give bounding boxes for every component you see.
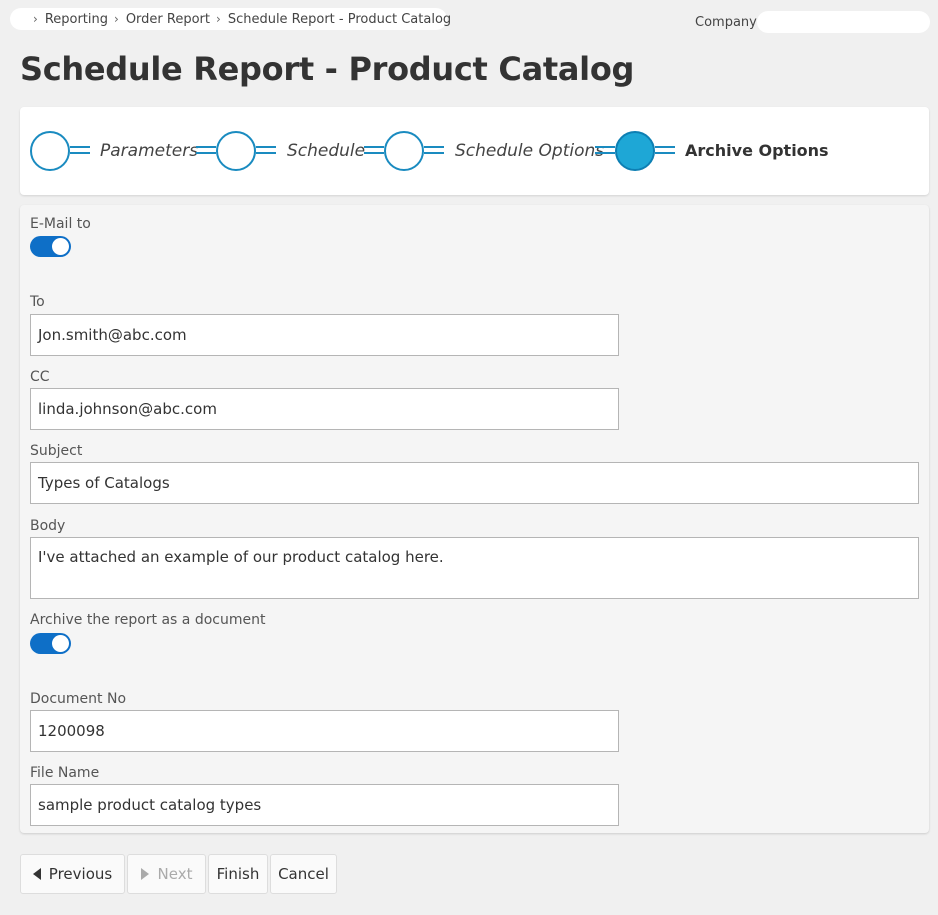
step-parameters-circle[interactable] xyxy=(30,131,70,171)
file-name-label: File Name xyxy=(30,765,100,781)
step-schedule-label[interactable]: Schedule xyxy=(287,141,365,161)
body-field[interactable]: I've attached an example of our product … xyxy=(30,537,919,599)
step-schedule-circle[interactable] xyxy=(216,131,256,171)
previous-button[interactable]: Previous xyxy=(20,854,125,894)
finish-button[interactable]: Finish xyxy=(208,854,268,894)
step-archive-options-label[interactable]: Archive Options xyxy=(685,141,829,160)
step-connector xyxy=(655,146,675,154)
chevron-right-icon: › xyxy=(114,12,119,26)
chevron-right-icon: › xyxy=(216,12,221,26)
archive-options-form: E-Mail to To Jon.smith@abc.com CC linda.… xyxy=(20,205,929,833)
archive-toggle[interactable] xyxy=(30,633,71,654)
step-connector xyxy=(70,146,90,154)
email-to-label: E-Mail to xyxy=(30,216,91,232)
page-title: Schedule Report - Product Catalog xyxy=(20,50,635,88)
step-parameters-label[interactable]: Parameters xyxy=(100,141,198,161)
email-to-toggle[interactable] xyxy=(30,236,71,257)
step-archive-options-circle[interactable] xyxy=(615,131,655,171)
step-connector xyxy=(196,146,216,154)
step-connector xyxy=(424,146,444,154)
breadcrumb-item-order-report[interactable]: Order Report xyxy=(126,12,210,27)
caret-left-icon xyxy=(32,868,41,880)
body-label: Body xyxy=(30,518,66,534)
breadcrumb-item-reporting[interactable]: Reporting xyxy=(45,12,108,27)
company-input[interactable] xyxy=(757,11,930,33)
wizard-steps: Parameters Schedule Schedule Options Arc… xyxy=(20,107,929,195)
step-connector xyxy=(595,146,615,154)
next-button[interactable]: Next xyxy=(127,854,206,894)
cancel-button-label: Cancel xyxy=(278,865,329,883)
cc-field[interactable]: linda.johnson@abc.com xyxy=(30,388,619,430)
next-button-label: Next xyxy=(157,865,193,883)
caret-right-icon xyxy=(140,868,149,880)
document-no-field[interactable]: 1200098 xyxy=(30,710,619,752)
step-schedule-options-circle[interactable] xyxy=(384,131,424,171)
breadcrumb-item-current: Schedule Report - Product Catalog xyxy=(227,11,452,27)
cancel-button[interactable]: Cancel xyxy=(270,854,337,894)
previous-button-label: Previous xyxy=(48,865,113,883)
toggle-knob xyxy=(52,635,69,652)
document-no-label: Document No xyxy=(30,691,127,707)
archive-label: Archive the report as a document xyxy=(30,612,266,628)
to-label: To xyxy=(30,294,45,310)
step-connector xyxy=(364,146,384,154)
to-field[interactable]: Jon.smith@abc.com xyxy=(30,314,619,356)
file-name-field[interactable]: sample product catalog types xyxy=(30,784,619,826)
chevron-right-icon: › xyxy=(33,12,38,26)
subject-label: Subject xyxy=(30,443,83,459)
subject-field[interactable]: Types of Catalogs xyxy=(30,462,919,504)
company-label: Company xyxy=(695,15,757,30)
step-connector xyxy=(256,146,276,154)
cc-label: CC xyxy=(30,369,50,385)
breadcrumb: › Reporting › Order Report › Schedule Re… xyxy=(10,8,451,30)
step-schedule-options-label[interactable]: Schedule Options xyxy=(455,141,604,161)
finish-button-label: Finish xyxy=(216,865,260,883)
toggle-knob xyxy=(52,238,69,255)
